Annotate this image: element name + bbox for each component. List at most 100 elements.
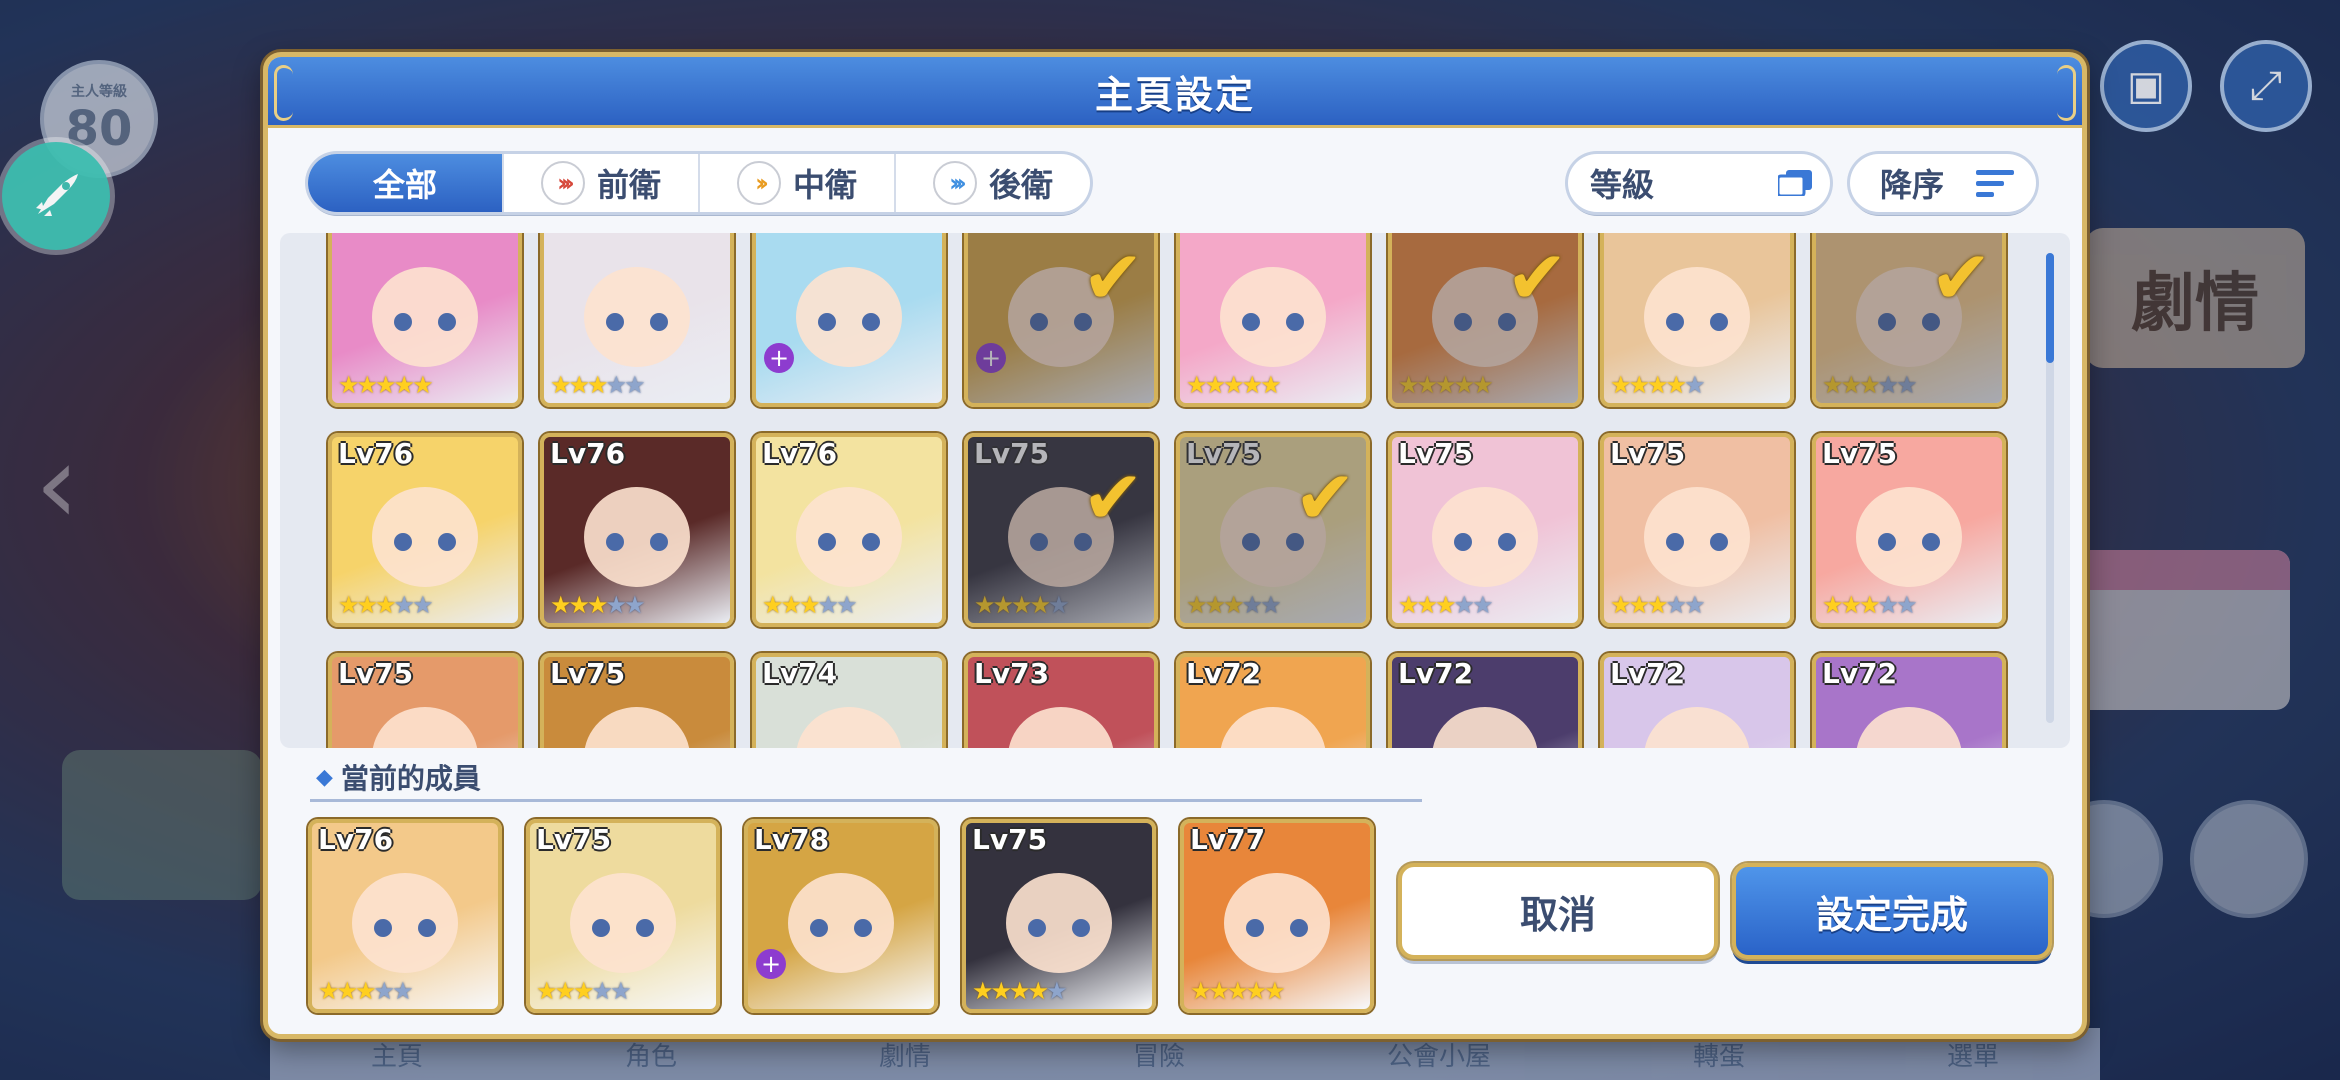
expand-icon: ⤢ [2250,63,2282,109]
character-card[interactable]: Lv76 ★★★★★ [540,433,734,627]
character-card[interactable]: Lv75 ★★★★★ [1812,433,2006,627]
character-card[interactable]: Lv72 [1176,653,1370,748]
character-card[interactable]: Lv75 [328,653,522,748]
rank-up-icon: + [976,343,1006,373]
side-character [62,750,262,900]
character-level: Lv75 [972,823,1048,856]
tab-front[interactable]: ››› 前衛 [504,154,700,212]
character-card[interactable]: + ✔ [964,233,1158,407]
character-portrait [1644,707,1750,748]
character-card[interactable]: Lv72 [1388,653,1582,748]
check-icon: ✔ [1081,455,1144,541]
tab-middle[interactable]: ›› 中衛 [700,154,896,212]
tab-all[interactable]: 全部 [308,154,504,212]
confirm-settings-button[interactable]: 設定完成 [1732,863,2052,959]
back-role-icon: ››› [932,161,977,205]
grid-scrollbar[interactable] [2046,253,2054,723]
character-eyes [1028,919,1090,937]
nav-item: 角色 [624,1041,677,1072]
nav-item: 公會小屋 [1386,1041,1491,1072]
character-card[interactable]: ★★★★★ ✔ [1388,233,1582,407]
cards-icon [1778,170,1812,196]
character-level: Lv73 [974,657,1050,690]
star-rating: ★★★★★ [550,371,646,399]
character-eyes [1246,919,1308,937]
star-rating: ★★★★★ [1610,591,1706,619]
member-card[interactable]: Lv77 ★★★★★ [1180,819,1374,1013]
character-level: Lv75 [1186,437,1262,470]
character-grid-panel[interactable]: ★★★★★ ★★★★★ + + ✔ ★★★★★ ★★★★★ ✔ ★★★★★ ★★★★★ ✔ Lv76 ★… [280,233,2070,748]
character-card[interactable]: Lv75 [540,653,734,748]
rank-up-icon: + [756,949,786,979]
cancel-button[interactable]: 取消 [1398,863,1718,959]
character-eyes [592,919,654,937]
sort-by-level-button[interactable]: 等級 [1568,154,1830,212]
character-card[interactable]: Lv75 ★★★★★ ✔ [964,433,1158,627]
character-card[interactable]: Lv72 [1600,653,1794,748]
character-level: Lv75 [550,657,626,690]
character-card[interactable]: Lv72 [1812,653,2006,748]
member-card[interactable]: Lv75 ★★★★★ [526,819,720,1013]
character-eyes [394,313,456,331]
star-rating: ★★★★★ [762,591,858,619]
character-level: Lv72 [1398,657,1474,690]
character-card[interactable]: ★★★★★ ✔ [1812,233,2006,407]
star-rating: ★★★★★ [972,977,1068,1005]
character-eyes [1666,313,1728,331]
front-role-icon: ››› [540,161,585,205]
gift-button [2190,800,2308,918]
character-portrait [796,707,902,748]
character-card[interactable]: ★★★★★ [1600,233,1794,407]
character-level: Lv72 [1822,657,1898,690]
character-level: Lv75 [1822,437,1898,470]
member-card[interactable]: Lv78 + [744,819,938,1013]
nav-item: 主頁 [370,1041,423,1072]
character-card[interactable]: ★★★★★ [1176,233,1370,407]
sort-level-label: 等級 [1590,166,1655,204]
divider [310,799,1422,802]
star-rating: ★★★★★ [1190,977,1286,1005]
member-card[interactable]: Lv76 ★★★★★ [308,819,502,1013]
middle-role-icon: ›› [736,161,781,205]
character-card[interactable]: + [752,233,946,407]
character-card[interactable]: Lv76 ★★★★★ [752,433,946,627]
character-portrait [1008,707,1114,748]
character-eyes [1454,533,1516,551]
tab-label: 後衛 [988,166,1053,204]
character-portrait [1856,707,1962,748]
tab-label: 前衛 [596,166,661,204]
sort-order-label: 降序 [1880,166,1945,204]
character-level: Lv76 [318,823,394,856]
check-icon: ✔ [1505,235,1568,321]
book-icon: ▣ [2127,63,2165,109]
character-card[interactable]: Lv75 ★★★★★ ✔ [1176,433,1370,627]
character-card[interactable]: ★★★★★ [328,233,522,407]
tool-button[interactable]: ▣ [2100,40,2192,132]
character-eyes [1878,533,1940,551]
diamond-icon: ◆ [316,764,333,790]
nav-item: 冒險 [1132,1041,1185,1072]
character-eyes [394,533,456,551]
character-card[interactable]: ★★★★★ [540,233,734,407]
character-level: Lv76 [550,437,626,470]
member-card[interactable]: Lv75 ★★★★★ [962,819,1156,1013]
star-rating: ★★★★★ [1398,371,1494,399]
character-eyes [1242,313,1304,331]
character-card[interactable]: Lv73 [964,653,1158,748]
tab-back[interactable]: ››› 後衛 [896,154,1090,212]
character-eyes [1666,533,1728,551]
character-level: Lv72 [1186,657,1262,690]
rocket-button[interactable] [2,142,110,250]
character-card[interactable]: Lv75 ★★★★★ [1388,433,1582,627]
nav-item: 轉蛋 [1692,1041,1745,1072]
character-card[interactable]: Lv76 ★★★★★ [328,433,522,627]
star-rating: ★★★★★ [1186,591,1282,619]
character-card[interactable]: Lv74 [752,653,946,748]
nav-item: 劇情 [878,1041,931,1072]
sort-order-button[interactable]: 降序 [1850,154,2036,212]
character-portrait [584,707,690,748]
character-portrait [1220,707,1326,748]
character-eyes [810,919,872,937]
character-card[interactable]: Lv75 ★★★★★ [1600,433,1794,627]
fullscreen-button[interactable]: ⤢ [2220,40,2312,132]
